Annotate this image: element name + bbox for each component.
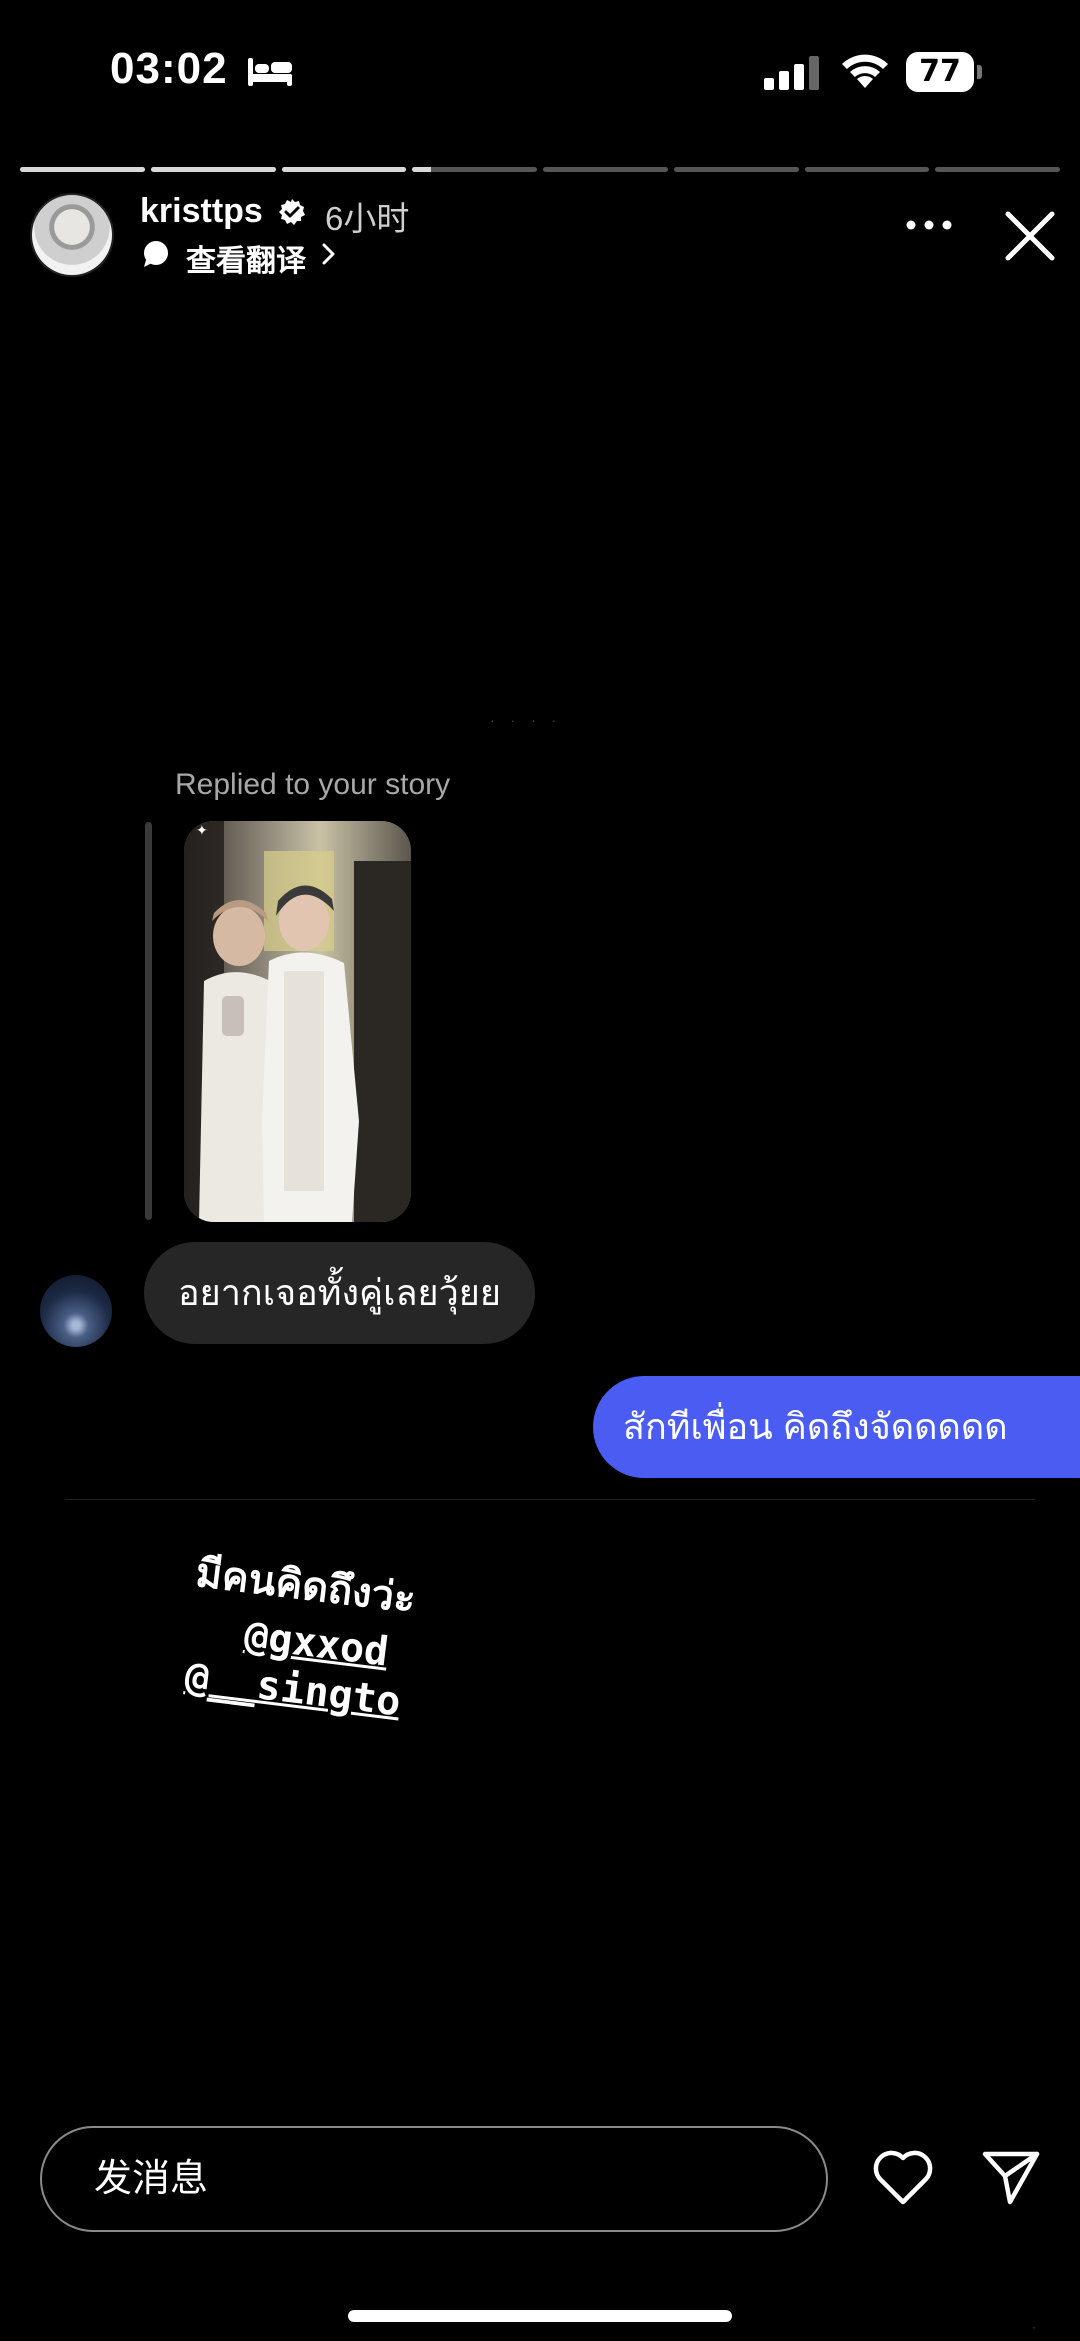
profile-avatar[interactable] xyxy=(30,193,114,277)
outgoing-message-bubble: สักทีเพื่อน คิดถึงจัดดดดด xyxy=(593,1376,1080,1478)
close-icon[interactable] xyxy=(1002,208,1058,264)
progress-segment xyxy=(281,167,407,172)
verified-badge-icon xyxy=(279,199,305,225)
sender-avatar[interactable] xyxy=(40,1275,112,1347)
progress-segment xyxy=(673,167,799,172)
speech-bubble-icon xyxy=(144,241,168,267)
more-options-icon[interactable] xyxy=(904,218,954,232)
caption-text: มีคนคิดถึงว่ะ xyxy=(193,1550,418,1622)
progress-segment xyxy=(412,167,537,172)
message-placeholder: 发消息 xyxy=(94,2158,209,2200)
bed-icon xyxy=(248,58,292,86)
faded-text: · · · · xyxy=(490,712,563,728)
story-progress-bar xyxy=(20,167,1060,172)
progress-segment xyxy=(20,167,145,172)
send-icon[interactable] xyxy=(980,2148,1042,2206)
see-translation-link[interactable]: 查看翻译 xyxy=(186,236,306,280)
reply-label: Replied to your story xyxy=(175,768,451,801)
battery-icon: 77 xyxy=(906,52,982,92)
status-time: 03:02 xyxy=(110,44,228,93)
wifi-icon xyxy=(842,54,888,88)
signal-icon xyxy=(764,56,819,90)
home-indicator[interactable] xyxy=(348,2310,732,2322)
progress-segment xyxy=(804,167,930,172)
username[interactable]: kristtps xyxy=(140,192,263,231)
reply-quote-bar xyxy=(145,822,152,1220)
sticker-mark: ✦ xyxy=(196,823,208,839)
heart-icon[interactable] xyxy=(872,2148,934,2206)
battery-level: 77 xyxy=(906,52,974,92)
progress-segment xyxy=(543,167,668,172)
divider xyxy=(65,1499,1035,1500)
chevron-right-icon xyxy=(322,243,335,265)
message-input[interactable]: 发消息 xyxy=(40,2126,828,2232)
incoming-message-bubble: อยากเจอทั้งคู่เลยวุ้ยย xyxy=(144,1242,535,1344)
progress-segment xyxy=(150,167,276,172)
mirror-selfie-image: ✦ xyxy=(184,821,411,1222)
post-time: 6小时 xyxy=(325,200,410,237)
watermark: · xyxy=(1032,2320,1036,2334)
story-thumbnail[interactable]: ✦ xyxy=(184,821,411,1222)
story-caption: มีคนคิดถึงว่ะ @gxxod @__singto xyxy=(181,1540,420,1726)
progress-segment xyxy=(935,167,1060,172)
